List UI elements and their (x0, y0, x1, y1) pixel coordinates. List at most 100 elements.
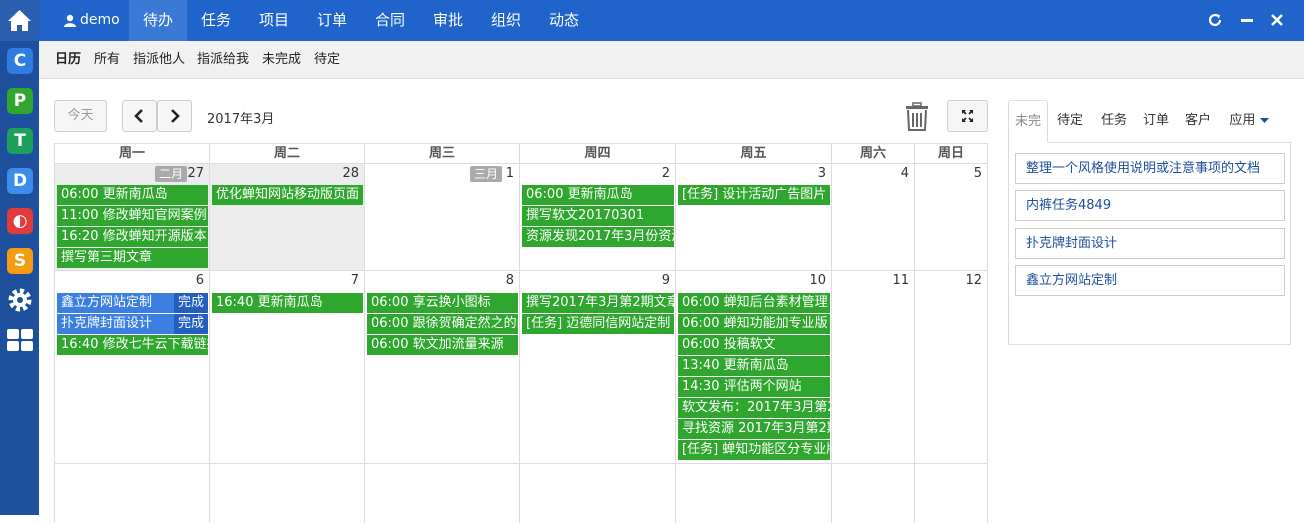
subnav-unfinished[interactable]: 未完成 (262, 41, 301, 79)
tab-order[interactable]: 订单 (1138, 100, 1174, 143)
event[interactable]: 14:30 评估两个网站 (678, 377, 830, 397)
nav-activity[interactable]: 动态 (535, 0, 593, 41)
event[interactable]: 撰写第三期文章 (57, 248, 208, 268)
user-menu[interactable]: demo (39, 0, 129, 41)
day-cell[interactable]: 12 (915, 270, 988, 463)
fullscreen-button[interactable] (947, 100, 988, 132)
refresh-icon[interactable] (1207, 12, 1223, 28)
tab-pending[interactable]: 待定 (1052, 100, 1088, 143)
nav-contract[interactable]: 合同 (361, 0, 419, 41)
tab-customer[interactable]: 客户 (1180, 100, 1216, 143)
day-cell[interactable]: 7 16:40 更新南瓜岛 (210, 270, 365, 463)
day-cell[interactable]: 4 (832, 163, 915, 270)
subnav-all[interactable]: 所有 (94, 41, 120, 79)
month-tag: 三月 (469, 166, 502, 182)
close-icon[interactable] (1269, 12, 1285, 28)
day-cell[interactable]: 6 鑫立方网站定制 完成 扑克牌封面设计 完成 16:40 修改七牛云下载链接 (54, 270, 210, 463)
grid-icon[interactable] (5, 325, 35, 355)
event[interactable]: 撰写2017年3月第2期文章 (522, 293, 674, 313)
subnav-calendar[interactable]: 日历 (55, 41, 81, 79)
nav-order[interactable]: 订单 (303, 0, 361, 41)
day-cell[interactable]: 二月 27 06:00 更新南瓜岛 11:00 修改蝉知官网案例 16:20 修… (54, 163, 210, 270)
subnav-assigned-others[interactable]: 指派他人 (133, 41, 185, 79)
day-cell[interactable]: 3 [任务] 设计活动广告图片 (676, 163, 832, 270)
event[interactable]: 16:40 修改七牛云下载链接 (57, 335, 208, 355)
minimize-icon[interactable] (1239, 12, 1255, 28)
nav-project[interactable]: 项目 (245, 0, 303, 41)
month-tag: 二月 (154, 166, 187, 182)
app-d-icon[interactable]: D (7, 168, 33, 194)
event[interactable]: 扑克牌封面设计 完成 (57, 314, 208, 334)
gear-icon[interactable] (5, 285, 35, 315)
app-s-icon[interactable]: S (7, 248, 33, 274)
todo-item[interactable]: 鑫立方网站定制 (1015, 265, 1285, 296)
chevron-left-icon (134, 109, 143, 123)
subnav-assigned-me[interactable]: 指派给我 (197, 41, 249, 79)
event[interactable]: 06:00 蝉知功能加专业版 (678, 314, 830, 334)
app-half-circle-icon[interactable]: ◐ (7, 208, 33, 234)
nav-org[interactable]: 组织 (477, 0, 535, 41)
day-cell[interactable]: 10 06:00 蝉知后台素材管理 06:00 蝉知功能加专业版 06:00 投… (676, 270, 832, 463)
today-button[interactable]: 今天 (54, 100, 107, 132)
nav-task[interactable]: 任务 (187, 0, 245, 41)
event[interactable]: 寻找资源 2017年3月第2期 (678, 419, 830, 439)
event[interactable]: 撰写软文20170301 (522, 206, 674, 226)
event[interactable]: 优化蝉知网站移动版页面 (212, 185, 363, 205)
event[interactable]: 软文发布：2017年3月第2期 (678, 398, 830, 418)
home-button[interactable] (0, 0, 39, 41)
dayname-sat: 周六 (832, 143, 915, 163)
event[interactable]: 资源发现2017年3月份资源 (522, 227, 674, 247)
dayname-wed: 周三 (365, 143, 520, 163)
day-cell[interactable]: 28 优化蝉知网站移动版页面 (210, 163, 365, 270)
event[interactable]: 06:00 软文加流量来源 (367, 335, 518, 355)
day-number: 11 (892, 273, 909, 288)
day-cell[interactable] (520, 463, 676, 523)
dayname-mon: 周一 (54, 143, 210, 163)
day-cell[interactable]: 9 撰写2017年3月第2期文章 [任务] 迈德同信网站定制 (520, 270, 676, 463)
day-cell[interactable]: 8 06:00 享云换小图标 06:00 跟徐贺确定然之的问题 06:00 软文… (365, 270, 520, 463)
trash-icon[interactable] (904, 102, 930, 132)
caret-down-icon (1259, 117, 1269, 123)
day-cell[interactable] (210, 463, 365, 523)
expand-icon (962, 110, 973, 122)
day-cell[interactable] (832, 463, 915, 523)
prev-month-button[interactable] (122, 100, 157, 132)
event[interactable]: 鑫立方网站定制 完成 (57, 293, 208, 313)
day-cell[interactable] (54, 463, 210, 523)
next-month-button[interactable] (157, 100, 192, 132)
day-cell[interactable] (365, 463, 520, 523)
event[interactable]: 11:00 修改蝉知官网案例 (57, 206, 208, 226)
event[interactable]: 06:00 蝉知后台素材管理 (678, 293, 830, 313)
event[interactable]: 13:40 更新南瓜岛 (678, 356, 830, 376)
day-cell[interactable]: 11 (832, 270, 915, 463)
todo-item[interactable]: 整理一个风格使用说明或注意事项的文档 (1015, 153, 1285, 184)
subnav-pending[interactable]: 待定 (314, 41, 340, 79)
event[interactable]: 06:00 更新南瓜岛 (57, 185, 208, 205)
tab-task[interactable]: 任务 (1096, 100, 1132, 143)
day-cell[interactable]: 2 06:00 更新南瓜岛 撰写软文20170301 资源发现2017年3月份资… (520, 163, 676, 270)
tab-unfinished[interactable]: 未完 (1008, 100, 1048, 143)
event[interactable]: 06:00 跟徐贺确定然之的问题 (367, 314, 518, 334)
app-c-icon[interactable]: C (7, 48, 33, 74)
nav-approval[interactable]: 审批 (419, 0, 477, 41)
event[interactable]: 16:20 修改蝉知开源版本 (57, 227, 208, 247)
event[interactable]: [任务] 设计活动广告图片 (678, 185, 830, 205)
day-cell[interactable] (915, 463, 988, 523)
event[interactable]: 06:00 享云换小图标 (367, 293, 518, 313)
day-cell[interactable]: 三月 1 (365, 163, 520, 270)
day-cell[interactable]: 5 (915, 163, 988, 270)
todo-item[interactable]: 内裤任务4849 (1015, 190, 1285, 221)
todo-item[interactable]: 扑克牌封面设计 (1015, 228, 1285, 259)
app-p-icon[interactable]: P (7, 88, 33, 114)
day-number: 4 (900, 166, 909, 181)
app-t-icon[interactable]: T (7, 128, 33, 154)
day-number: 7 (350, 273, 359, 288)
event[interactable]: 16:40 更新南瓜岛 (212, 293, 363, 313)
event[interactable]: 06:00 投稿软文 (678, 335, 830, 355)
event[interactable]: 06:00 更新南瓜岛 (522, 185, 674, 205)
tab-app-dropdown[interactable]: 应用 (1224, 100, 1274, 143)
event[interactable]: [任务] 迈德同信网站定制 (522, 314, 674, 334)
day-cell[interactable] (676, 463, 832, 523)
nav-todo[interactable]: 待办 (129, 0, 187, 41)
event[interactable]: [任务] 蝉知功能区分专业版 (678, 440, 830, 460)
